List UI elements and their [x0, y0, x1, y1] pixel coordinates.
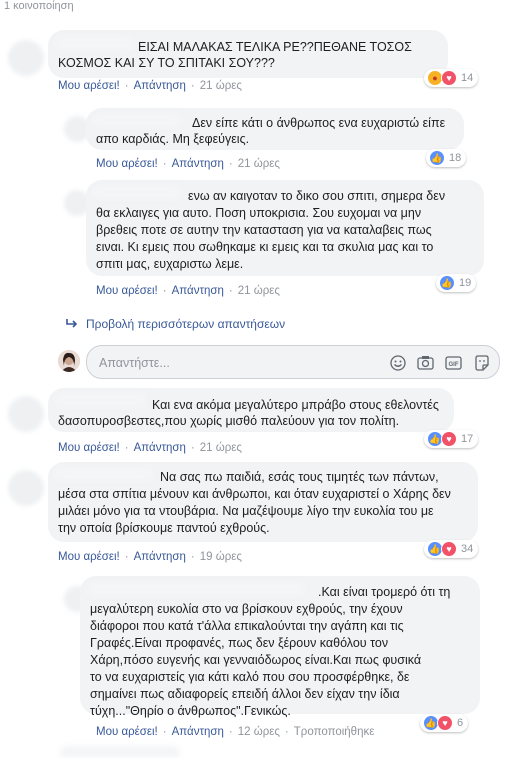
comment-line: Και ενα ακόμα μεγαλύτερο μπράβο στους εθ…: [152, 398, 439, 412]
redacted-author: [54, 467, 154, 481]
avatar[interactable]: [8, 396, 44, 432]
comment-bubble: Να σας πω παιδιά, εσάς τους τιμητές των …: [48, 462, 478, 542]
gif-icon[interactable]: GIF: [445, 354, 462, 371]
reply-link[interactable]: Απάντηση: [134, 442, 186, 454]
timestamp[interactable]: 21 ώρες: [238, 285, 280, 297]
comment-actions: Μου αρέσει! · Απάντηση · 19 ώρες: [58, 551, 242, 563]
sticker-icon[interactable]: [473, 354, 490, 371]
comment-line: Δεν είπε κάτι ο άνθρωπος ενα ευχαριστώ ε…: [192, 116, 446, 130]
timestamp[interactable]: 19 ώρες: [200, 551, 242, 563]
reaction-summary[interactable]: 👍 ♥ 6: [420, 714, 469, 732]
like-link[interactable]: Μου αρέσει!: [58, 80, 120, 92]
comment-line: Χάρη,πόσο ευγενής και γενναιόδωρος είναι…: [90, 653, 422, 667]
like-link[interactable]: Μου αρέσει!: [58, 551, 120, 563]
share-count[interactable]: 1 κοινοποίηση: [4, 0, 74, 12]
reaction-summary[interactable]: 👍 ♥ 34: [424, 540, 479, 558]
reaction-summary[interactable]: 👍 19: [436, 274, 477, 292]
avatar[interactable]: [8, 470, 44, 506]
redacted-author: [92, 113, 182, 127]
like-reaction-icon: 👍: [439, 275, 455, 291]
emoji-icon[interactable]: [389, 354, 406, 371]
reaction-count: 14: [461, 72, 474, 84]
comment-bubble: ενω αν καιγοταν το δικο σου σπιτι, σημερ…: [86, 180, 484, 276]
comment-bubble: ΕΙΣΑΙ ΜΑΛΑΚΑΣ ΤΕΛΙΚΑ ΡΕ??ΠΕΘΑΝΕ ΤΟΣΟΣ ΚΟ…: [48, 30, 448, 78]
comment-line: απο καρδιάς. Μη ξεφεύγεις.: [96, 132, 250, 146]
comment-line: δασοπυροσβεστες,που χωρίς μισθό παλεύουν…: [58, 414, 400, 428]
comment-line: ΕΙΣΑΙ ΜΑΛΑΚΑΣ ΤΕΛΙΚΑ ΡΕ??ΠΕΘΑΝΕ ΤΟΣΟΣ: [138, 40, 412, 54]
comment-actions: Μου αρέσει! · Απάντηση · 21 ώρες: [96, 158, 280, 170]
reaction-count: 6: [457, 717, 464, 729]
love-reaction-icon: ♥: [437, 715, 453, 731]
like-link[interactable]: Μου αρέσει!: [96, 158, 158, 170]
comment-line: την οποία βρίσκουμε παντού εχθρούς.: [58, 521, 270, 535]
comment-line: ενω αν καιγοταν το δικο σου σπιτι, σημερ…: [188, 189, 446, 203]
comment-bubble: .Και είναι τρομερό ότι τη μεγαλύτερη ευκ…: [80, 576, 480, 718]
svg-text:GIF: GIF: [449, 362, 459, 368]
comment-line: Να σας πω παιδιά, εσάς τους τιμητές των …: [160, 470, 439, 484]
camera-icon[interactable]: [417, 354, 434, 371]
redacted-author: [86, 582, 306, 596]
reaction-count: 17: [461, 433, 474, 445]
comment-actions: Μου αρέσει! · Απάντηση · 21 ώρες: [58, 442, 242, 454]
redacted-author: [54, 36, 134, 50]
like-link[interactable]: Μου αρέσει!: [96, 285, 158, 297]
redacted-author: [54, 393, 146, 407]
comment-bubble: Δεν είπε κάτι ο άνθρωπος ενα ευχαριστώ ε…: [86, 108, 464, 150]
reaction-summary[interactable]: 👍 ♥ 17: [424, 430, 479, 448]
reply-link[interactable]: Απάντηση: [134, 80, 186, 92]
reply-link[interactable]: Απάντηση: [134, 551, 186, 563]
timestamp[interactable]: 12 ώρες: [238, 726, 280, 738]
reaction-count: 18: [449, 152, 462, 164]
comment-line: θα εκλαιγες για αυτο. Ποση υποκρισια. Σο…: [96, 206, 422, 220]
timestamp[interactable]: 21 ώρες: [200, 442, 242, 454]
comment-line: βρεθεις ποτε σε αυτην την κατασταση για …: [96, 223, 432, 237]
reply-link[interactable]: Απάντηση: [172, 285, 224, 297]
reaction-summary[interactable]: 👍 18: [426, 149, 467, 167]
comment-line: ειναι. Κι εμεις που σωθηκαμε κι εμεις κα…: [96, 240, 434, 254]
like-link[interactable]: Μου αρέσει!: [96, 726, 158, 738]
timestamp[interactable]: 21 ώρες: [238, 158, 280, 170]
comment-actions: Μου αρέσει! · Απάντηση · 12 ώρες · Τροποποιήθη…: [96, 726, 375, 738]
like-reaction-icon: 👍: [429, 150, 445, 166]
comment-line: μέσα στα σπίτια μένουν και άνθρωποι, και…: [58, 487, 451, 501]
redacted-author: [92, 185, 182, 199]
comment-bubble: Και ενα ακόμα μεγαλύτερο μπράβο στους εθ…: [48, 388, 454, 432]
comment-actions: Μου αρέσει! · Απάντηση · 21 ώρες: [96, 285, 280, 297]
reaction-count: 19: [459, 277, 472, 289]
reaction-summary[interactable]: ● ♥ 14: [424, 69, 479, 87]
reply-input[interactable]: [97, 352, 381, 374]
love-reaction-icon: ♥: [441, 431, 457, 447]
timestamp[interactable]: 21 ώρες: [200, 80, 242, 92]
like-link[interactable]: Μου αρέσει!: [58, 442, 120, 454]
reply-link[interactable]: Απάντηση: [172, 726, 224, 738]
comment-line: σπιτι μας, ευχαριστω λεμε.: [96, 257, 244, 271]
reply-arrow-icon: [66, 317, 78, 331]
love-reaction-icon: ♥: [441, 541, 457, 557]
comment-line: τύχη..."Θηρίο ο άνθρωπος".Γενικώς.: [90, 704, 291, 718]
view-more-replies-label: Προβολή περισσότερων απαντήσεων: [86, 317, 286, 331]
current-user-avatar[interactable]: [58, 350, 80, 372]
love-reaction-icon: ♥: [441, 70, 457, 86]
view-more-replies-link[interactable]: Προβολή περισσότερων απαντήσεων: [66, 317, 285, 331]
avatar[interactable]: [8, 40, 44, 76]
comment-line: διάφοροι που κατά τ'άλλα επικαλούνται τη…: [90, 619, 404, 633]
redacted-next-comment: [60, 746, 180, 758]
comment-line: ΚΟΣΜΟΣ ΚΑΙ ΣΥ ΤΟ ΣΠΙΤΑΚΙ ΣΟΥ???: [58, 56, 275, 70]
comment-line: μεγαλύτερη ευκολία στο να βρίσκουν εχθρο…: [90, 602, 403, 616]
comment-line: Γραφές.Είναι προφανές, πως δεν ξέρουν κα…: [90, 636, 389, 650]
comment-line: το να ευχαριστείς για κάτι καλό που σου …: [90, 670, 410, 684]
comment-actions: Μου αρέσει! · Απάντηση · 21 ώρες: [58, 80, 242, 92]
reaction-count: 34: [461, 543, 474, 555]
comment-line: μιλάει μόνο για τα ντουβάρια. Να μαζέψου…: [58, 504, 434, 518]
edited-label[interactable]: Τροποποιήθηκε: [294, 726, 375, 738]
reply-link[interactable]: Απάντηση: [172, 158, 224, 170]
reply-input-box[interactable]: GIF: [86, 345, 500, 379]
comment-line: .Και είναι τρομερό ότι τη: [318, 585, 451, 599]
comment-line: σημαίνει πως αδιαφορείς επειδή άλλοι δεν…: [90, 687, 400, 701]
